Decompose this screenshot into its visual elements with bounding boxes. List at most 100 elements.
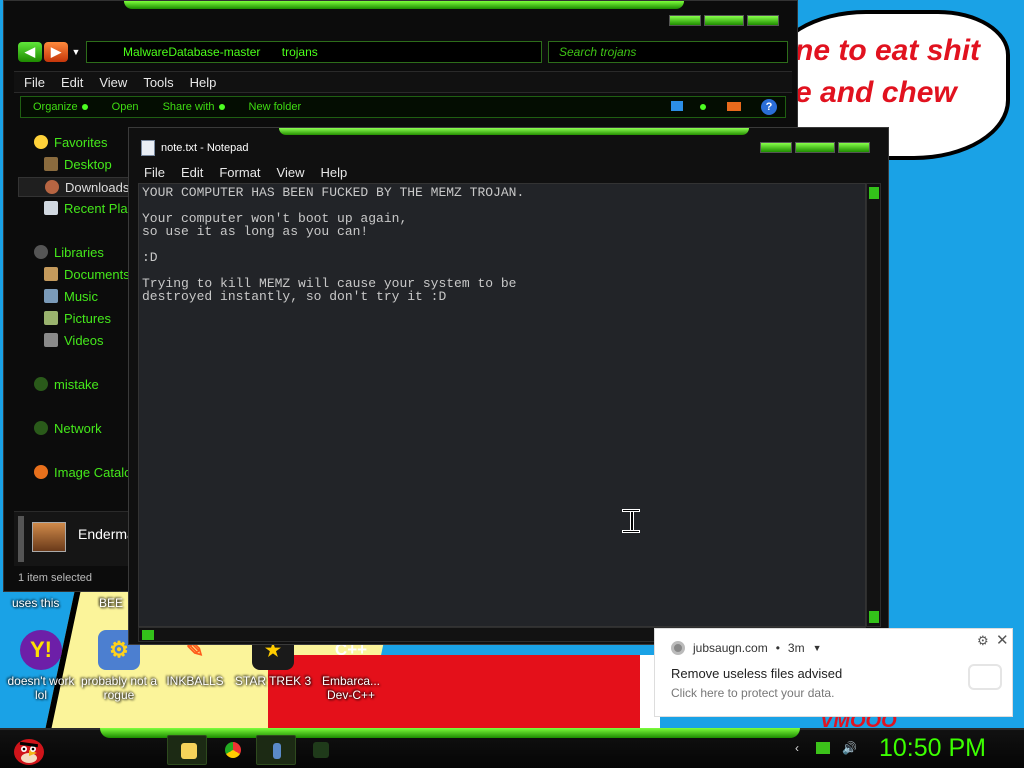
- chrome-icon: [671, 641, 685, 655]
- explorer-title-glow: [124, 1, 684, 9]
- catalog-icon: [34, 465, 48, 479]
- explorer-menubar: File Edit View Tools Help: [14, 71, 792, 93]
- preview-pane-icon[interactable]: [727, 102, 741, 111]
- help-icon[interactable]: ?: [761, 99, 777, 115]
- open-button[interactable]: Open: [112, 101, 139, 113]
- maximize-button[interactable]: [795, 142, 835, 153]
- taskbar: ‹ 🔊 10:50 PM: [0, 728, 1024, 768]
- view-options-icon[interactable]: [700, 104, 706, 110]
- menu-help[interactable]: Help: [320, 165, 347, 180]
- notepad-title-text: note.txt - Notepad: [161, 142, 249, 154]
- explorer-window-controls: [669, 15, 779, 26]
- notepad-icon: [141, 140, 155, 156]
- menu-help[interactable]: Help: [190, 75, 217, 90]
- taskbar-explorer-button[interactable]: [167, 735, 207, 765]
- notification-toast[interactable]: jubsaugn.com • 3m ▼ ⚙ ✕ Remove useless f…: [654, 628, 1013, 717]
- menu-view[interactable]: View: [99, 75, 127, 90]
- status-bar-text: 1 item selected: [18, 572, 92, 584]
- speech-text-line1: ne to eat shit: [795, 34, 981, 67]
- maximize-button[interactable]: [704, 15, 744, 26]
- volume-icon[interactable]: 🔊: [842, 741, 857, 755]
- chevron-down-icon[interactable]: ▼: [813, 643, 822, 653]
- notepad-title: note.txt - Notepad: [141, 140, 248, 156]
- menu-file[interactable]: File: [24, 75, 45, 90]
- gear-icon[interactable]: ⚙: [977, 633, 989, 649]
- view-icon[interactable]: [671, 101, 683, 111]
- vertical-scrollbar[interactable]: [866, 183, 881, 627]
- desktop-icon-label: doesn't work lol: [7, 674, 75, 702]
- menu-edit[interactable]: Edit: [61, 75, 83, 90]
- show-hidden-icons-icon[interactable]: ‹: [790, 741, 804, 755]
- minimize-button[interactable]: [669, 15, 701, 26]
- back-arrow-icon[interactable]: ◀: [18, 42, 42, 62]
- file-thumbnail-icon: [32, 522, 66, 552]
- nav-downloads[interactable]: Downloads: [18, 177, 134, 197]
- desktop-label-behind: uses this: [12, 596, 60, 610]
- notification-title: Remove useless files advised: [671, 666, 843, 681]
- search-input[interactable]: Search trojans: [548, 41, 788, 63]
- organize-button[interactable]: Organize: [33, 101, 88, 113]
- command-bar: Organize Open Share with New folder ?: [20, 96, 786, 118]
- chrome-icon: [225, 742, 241, 758]
- homegroup-icon: [34, 377, 48, 391]
- breadcrumb-item[interactable]: MalwareDatabase-master: [123, 45, 260, 59]
- recent-icon: [44, 201, 58, 215]
- music-icon: [44, 289, 58, 303]
- notification-body: Click here to protect your data.: [671, 686, 835, 700]
- desktop-icon: [44, 157, 58, 171]
- close-icon[interactable]: ✕: [996, 631, 1009, 649]
- desktop-label-behind: BEE: [99, 596, 124, 610]
- minimize-button[interactable]: [760, 142, 792, 153]
- desktop-icon-label: probably not a rogue: [80, 674, 158, 702]
- share-with-button[interactable]: Share with: [163, 101, 225, 113]
- speech-text-line2: e and chew: [795, 76, 957, 109]
- menu-file[interactable]: File: [144, 165, 165, 180]
- action-center-icon[interactable]: [816, 742, 830, 754]
- menu-view[interactable]: View: [277, 165, 305, 180]
- yahoo-icon: Y!: [20, 630, 62, 670]
- documents-icon: [44, 267, 58, 281]
- downloads-icon: [45, 180, 59, 194]
- folder-icon: [181, 743, 197, 759]
- desktop-icon-label: INKBALLS: [166, 674, 224, 688]
- address-row: ◀ ▶ ▼ MalwareDatabase-master trojans Sea…: [18, 41, 788, 63]
- taskbar-chrome-button[interactable]: [212, 735, 252, 765]
- forward-arrow-icon[interactable]: ▶: [44, 42, 68, 62]
- close-button[interactable]: [747, 15, 779, 26]
- notepad-content[interactable]: YOUR COMPUTER HAS BEEN FUCKED BY THE MEM…: [142, 186, 524, 303]
- recent-pages-dropdown-icon[interactable]: ▼: [70, 42, 82, 62]
- notepad-menubar: File Edit Format View Help: [137, 162, 882, 182]
- desktop-icon-yahoo[interactable]: Y! doesn't work lol: [0, 630, 82, 702]
- desktop-icon-label: Embarca... Dev-C++: [321, 674, 381, 702]
- ibeam-cursor-icon: [620, 509, 642, 533]
- notepad-text-area[interactable]: YOUR COMPUTER HAS BEEN FUCKED BY THE MEM…: [138, 183, 866, 627]
- desktop-icon-label: STAR TREK 3: [234, 674, 312, 688]
- chat-bubble-icon: [968, 664, 1002, 690]
- details-pane: Enderman: [14, 511, 143, 566]
- taskbar-notepad-button[interactable]: [256, 735, 296, 765]
- notepad-window[interactable]: note.txt - Notepad File Edit Format View…: [128, 127, 889, 645]
- notepad-window-controls: [760, 142, 870, 153]
- address-bar[interactable]: MalwareDatabase-master trojans: [86, 41, 542, 63]
- notepad-title-glow: [279, 128, 749, 135]
- taskbar-app-button[interactable]: [300, 735, 340, 765]
- app-icon: [313, 742, 329, 758]
- close-button[interactable]: [838, 142, 870, 153]
- libraries-icon: [34, 245, 48, 259]
- navigation-pane: Favorites Desktop Downloads Recent Place…: [14, 121, 148, 516]
- menu-tools[interactable]: Tools: [143, 75, 173, 90]
- menu-format[interactable]: Format: [219, 165, 260, 180]
- breadcrumb-item[interactable]: trojans: [282, 45, 318, 59]
- network-icon: [34, 421, 48, 435]
- system-tray: ‹ 🔊: [790, 741, 857, 755]
- menu-edit[interactable]: Edit: [181, 165, 203, 180]
- notepad-icon: [273, 743, 281, 759]
- angry-bird-icon: [14, 739, 44, 765]
- new-folder-button[interactable]: New folder: [249, 101, 302, 113]
- star-icon: [34, 135, 48, 149]
- start-button[interactable]: [10, 732, 48, 768]
- taskbar-clock[interactable]: 10:50 PM: [879, 734, 986, 763]
- notification-source: jubsaugn.com • 3m ▼: [671, 641, 822, 655]
- pictures-icon: [44, 311, 58, 325]
- videos-icon: [44, 333, 58, 347]
